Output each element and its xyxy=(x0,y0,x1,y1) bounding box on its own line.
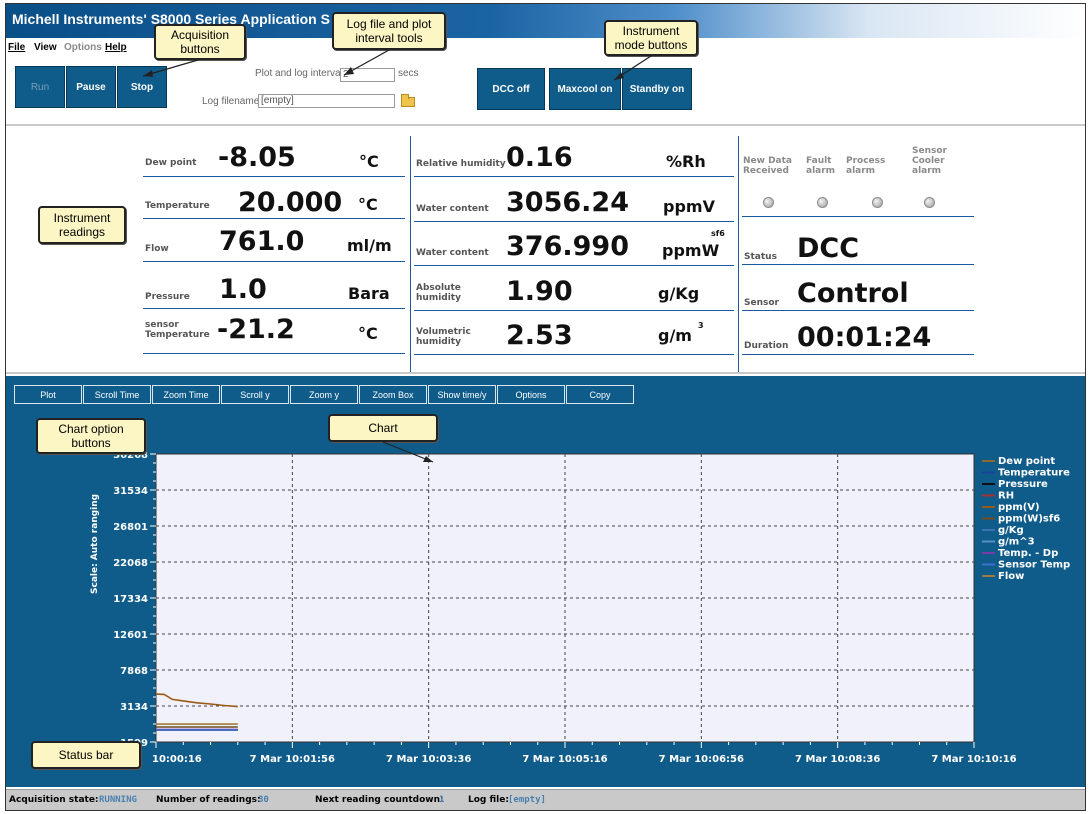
acquisition-state-value: RUNNING xyxy=(99,795,137,805)
chart-y-axis-label: Scale: Auto ranging xyxy=(90,493,100,594)
y-tick-label: 31534 xyxy=(113,486,148,497)
legend-label: g/Kg xyxy=(998,525,1024,536)
legend-label: Sensor Temp xyxy=(998,560,1070,571)
y-tick-label: 22068 xyxy=(113,558,148,569)
log-file-label: Log file: xyxy=(468,795,509,805)
legend-label: Pressure xyxy=(998,479,1048,490)
y-tick-label: 26801 xyxy=(113,522,148,533)
callout-acquisition: Acquisition buttons xyxy=(154,24,246,60)
callout-chart-options: Chart option buttons xyxy=(36,418,146,454)
legend-label: Dew point xyxy=(998,456,1055,467)
legend-label: Flow xyxy=(998,571,1024,582)
callout-mode: Instrument mode buttons xyxy=(604,20,698,56)
legend-label: g/m^3 xyxy=(998,537,1035,548)
legend-label: RH xyxy=(998,491,1014,502)
callout-readings: Instrument readings xyxy=(38,206,126,244)
x-tick-label: 10:00:16 xyxy=(152,754,202,765)
x-tick-label: 7 Mar 10:08:36 xyxy=(795,754,880,765)
x-tick-label: 7 Mar 10:01:56 xyxy=(250,754,335,765)
callout-chart: Chart xyxy=(328,414,438,442)
legend-label: Temp. - Dp xyxy=(998,548,1058,559)
countdown-label: Next reading countdown: xyxy=(315,795,444,805)
legend-label: ppm(W)sf6 xyxy=(998,514,1060,525)
y-tick-label: 3134 xyxy=(120,702,148,713)
status-bar: Acquisition state: RUNNING Number of rea… xyxy=(6,789,1085,810)
y-tick-label: 7868 xyxy=(120,666,148,677)
acquisition-state-label: Acquisition state: xyxy=(9,795,99,805)
readings-count-value: 30 xyxy=(258,795,269,805)
callout-log-tools: Log file and plot interval tools xyxy=(332,12,446,50)
countdown-value: 1 xyxy=(439,795,445,805)
readings-count-label: Number of readings: xyxy=(156,795,261,805)
callout-status-bar: Status bar xyxy=(31,741,141,769)
x-tick-label: 7 Mar 10:10:16 xyxy=(931,754,1016,765)
chart[interactable]: -159931347868126011733422068268013153436… xyxy=(6,4,1085,789)
y-tick-label: 17334 xyxy=(113,594,148,605)
application-window: Michell Instruments' S8000 Series Applic… xyxy=(5,3,1086,811)
legend-label: ppm(V) xyxy=(998,502,1040,513)
x-tick-label: 7 Mar 10:03:36 xyxy=(386,754,471,765)
x-tick-label: 7 Mar 10:05:16 xyxy=(522,754,607,765)
y-tick-label: 12601 xyxy=(113,630,148,641)
x-tick-label: 7 Mar 10:06:56 xyxy=(659,754,744,765)
legend-label: Temperature xyxy=(998,468,1070,479)
log-file-value: [empty] xyxy=(508,795,546,805)
